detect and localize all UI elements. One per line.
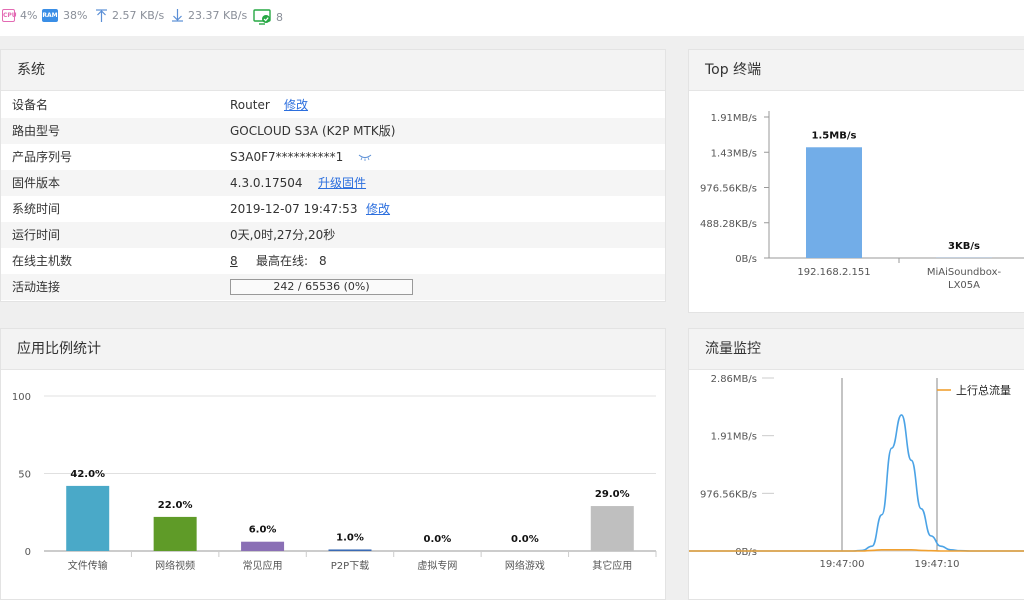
serial-label: 产品序列号	[12, 144, 72, 170]
x-tick-label: 19:47:10	[915, 559, 960, 570]
upload-arrow-icon	[96, 9, 107, 22]
y-tick-label: 0	[25, 547, 31, 558]
x-tick-label: 网络游戏	[505, 559, 545, 572]
row-active-connections: 活动连接 242 / 65536 (0%)	[1, 274, 665, 300]
upgrade-firmware-link[interactable]: 升级固件	[318, 170, 366, 196]
bar-1	[154, 517, 197, 551]
online-hosts-link[interactable]: 8	[230, 248, 238, 274]
system-panel: 系统 设备名 Router 修改 路由型号 GOCLOUD S3A (K2P M…	[0, 49, 666, 302]
device-name-label: 设备名	[12, 92, 48, 118]
app-ratio-chart: 100 50 0 42.0% 文件传输 22.0% 网络视频 6.0% 常见应用 1.0% P2P下…	[1, 370, 665, 598]
device-name-value: Router	[230, 92, 270, 118]
x-tick-label: 其它应用	[592, 559, 632, 572]
bar-data-label: 0.0%	[424, 534, 452, 545]
bar-data-label: 22.0%	[158, 500, 193, 511]
x-tick-label: 19:47:00	[820, 559, 865, 570]
max-online-value: 8	[319, 248, 327, 274]
row-uptime: 运行时间 0天,0时,27分,20秒	[1, 222, 665, 248]
cpu-chip-icon: CPU	[2, 9, 15, 22]
x-tick-label: MiAiSoundbox-	[927, 267, 1002, 278]
app-ratio-title: 应用比例统计	[1, 329, 665, 370]
system-time-value: 2019-12-07 19:47:53	[230, 196, 357, 222]
bar-6	[591, 506, 634, 551]
bar-0	[66, 486, 109, 551]
top-terminals-panel: Top 终端 1.91MB/s 1.43MB/s 976.56KB/s 488.28K…	[688, 49, 1024, 313]
active-connections-bar: 242 / 65536 (0%)	[230, 279, 413, 295]
firmware-label: 固件版本	[12, 170, 60, 196]
devices-stat[interactable]: 8	[253, 9, 283, 25]
bar-data-label: 29.0%	[595, 489, 630, 500]
x-tick-label: 常见应用	[243, 559, 283, 572]
legend-label: 上行总流量	[956, 383, 1011, 397]
traffic-title: 流量监控	[689, 329, 1024, 370]
eye-closed-icon[interactable]	[358, 153, 372, 161]
bar-data-label: 42.0%	[70, 469, 105, 480]
row-serial: 产品序列号 S3A0F7**********1	[1, 144, 665, 170]
ram-chip-icon: RAM	[42, 9, 58, 22]
bar-0	[806, 147, 862, 258]
system-time-label: 系统时间	[12, 196, 60, 222]
bar-data-label: 1.5MB/s	[812, 130, 857, 141]
y-tick-label: 488.28KB/s	[700, 219, 757, 230]
bar-2	[241, 542, 284, 551]
bar-data-label: 6.0%	[249, 525, 277, 536]
firmware-value: 4.3.0.17504	[230, 170, 303, 196]
bar-data-label: 0.0%	[511, 534, 539, 545]
y-tick-label: 976.56KB/s	[700, 489, 757, 500]
x-tick-label: 文件传输	[68, 559, 108, 572]
y-tick-label: 0B/s	[735, 547, 757, 558]
bar-3	[329, 549, 372, 551]
row-firmware: 固件版本 4.3.0.17504 升级固件	[1, 170, 665, 196]
max-online-label: 最高在线:	[256, 248, 308, 274]
y-tick-label: 2.86MB/s	[711, 374, 757, 385]
row-router-model: 路由型号 GOCLOUD S3A (K2P MTK版)	[1, 118, 665, 144]
status-bar: CPU 4% RAM 38% 2.57 KB/s 23.37 KB/s 8	[0, 0, 1024, 36]
download-value: 23.37 KB/s	[188, 9, 247, 22]
system-panel-title: 系统	[1, 50, 665, 91]
cpu-value: 4%	[20, 9, 37, 22]
x-tick-label: 虚拟专网	[417, 559, 457, 572]
x-tick-label: LX05A	[948, 280, 980, 291]
top-terminals-title: Top 终端	[689, 50, 1024, 91]
router-model-label: 路由型号	[12, 118, 60, 144]
traffic-panel: 流量监控 2.86MB/s 1.91MB/s 976.56KB/s 0B/s 19:47…	[688, 328, 1024, 600]
row-device-name: 设备名 Router 修改	[1, 92, 665, 118]
bar-data-label: 3KB/s	[948, 241, 980, 252]
y-tick-label: 50	[18, 470, 31, 481]
row-system-time: 系统时间 2019-12-07 19:47:53 修改	[1, 196, 665, 222]
app-ratio-panel: 应用比例统计 10050042.0%文件传输22.0%网络视频6.0%常见应用1…	[0, 328, 666, 600]
y-tick-label: 1.91MB/s	[711, 113, 757, 124]
system-time-edit-link[interactable]: 修改	[366, 196, 390, 222]
x-tick-label: 192.168.2.151	[797, 267, 870, 278]
devices-value: 8	[276, 11, 283, 24]
uptime-value: 0天,0时,27分,20秒	[230, 222, 335, 248]
x-tick-label: P2P下载	[331, 560, 369, 572]
x-tick-label: 网络视频	[155, 559, 195, 572]
active-connections-label: 活动连接	[12, 274, 60, 300]
upload-stat: 2.57 KB/s	[96, 9, 164, 22]
y-tick-label: 1.91MB/s	[711, 432, 757, 443]
router-model-value: GOCLOUD S3A (K2P MTK版)	[230, 118, 395, 144]
cpu-stat: CPU 4%	[2, 9, 37, 22]
traffic-chart: 2.86MB/s 1.91MB/s 976.56KB/s 0B/s 19:47:00 19…	[689, 370, 1024, 598]
y-tick-label: 0B/s	[735, 254, 757, 265]
bar-data-label: 1.0%	[336, 532, 364, 543]
serial-value: S3A0F7**********1	[230, 144, 343, 170]
online-hosts-label: 在线主机数	[12, 248, 72, 274]
monitor-check-icon	[253, 9, 271, 25]
ram-stat: RAM 38%	[42, 9, 87, 22]
upload-value: 2.57 KB/s	[112, 9, 164, 22]
y-tick-label: 1.43MB/s	[711, 148, 757, 159]
top-terminals-chart: 1.91MB/s 1.43MB/s 976.56KB/s 488.28KB/s 0B/s…	[689, 91, 1024, 311]
ram-value: 38%	[63, 9, 87, 22]
row-online-hosts: 在线主机数 8 最高在线: 8	[1, 248, 665, 274]
device-name-edit-link[interactable]: 修改	[284, 92, 308, 118]
y-tick-label: 100	[12, 392, 31, 403]
download-stat: 23.37 KB/s	[172, 9, 247, 22]
download-arrow-icon	[172, 9, 183, 22]
uptime-label: 运行时间	[12, 222, 60, 248]
y-tick-label: 976.56KB/s	[700, 184, 757, 195]
